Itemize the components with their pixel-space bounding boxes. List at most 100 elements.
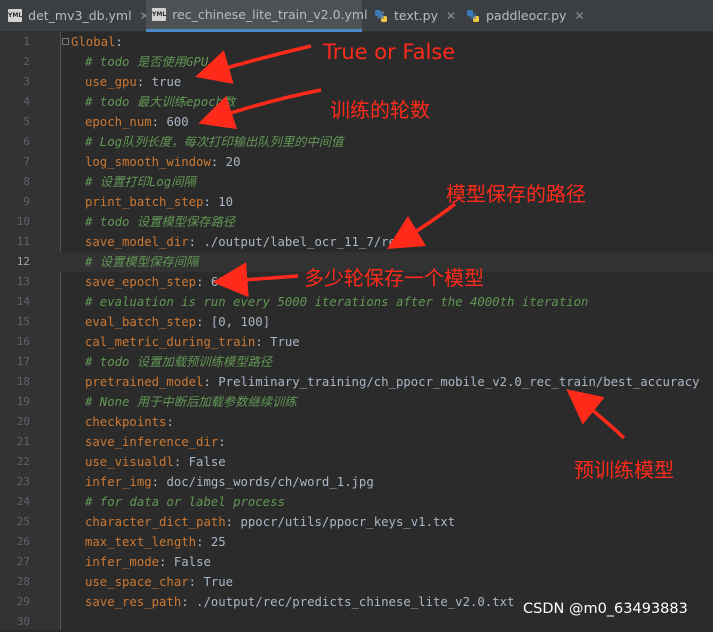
yaml-key: save_res_path: [85, 595, 182, 609]
yaml-value: False: [166, 555, 211, 569]
line-number: 5: [23, 115, 30, 128]
yaml-key: infer_img: [85, 475, 152, 489]
code-text: use_gpu: true: [71, 72, 181, 92]
code-text: # todo 设置加载预训练模型路径: [71, 352, 272, 372]
yml-file-icon: YML: [152, 8, 167, 21]
annotation-true-or-false: True or False: [323, 40, 456, 64]
code-text: save_res_path: ./output/rec/predicts_chi…: [71, 592, 514, 612]
yaml-value: true: [144, 75, 182, 89]
code-line[interactable]: 17 # todo 设置加载预训练模型路径: [0, 352, 713, 372]
code-text: log_smooth_window: 20: [71, 152, 240, 172]
yaml-value: ./output/label_ocr_11_7/rec/: [196, 235, 411, 249]
code-line[interactable]: 16 cal_metric_during_train: True: [0, 332, 713, 352]
yaml-key: checkpoints: [85, 415, 167, 429]
line-number: 8: [23, 175, 30, 188]
code-line[interactable]: 18 pretrained_model: Preliminary_training…: [0, 372, 713, 392]
yml-file-icon: YML: [8, 9, 23, 22]
code-line[interactable]: 26 max_text_length: 25: [0, 532, 713, 552]
code-text: max_text_length: 25: [71, 532, 226, 552]
code-text: use_visualdl: False: [71, 452, 226, 472]
yaml-colon: :: [188, 235, 197, 249]
code-text: # 设置模型保存间隔: [71, 252, 198, 272]
line-number: 16: [16, 335, 30, 348]
yaml-value: 25: [203, 535, 226, 549]
code-line[interactable]: 8 # 设置打印Log间隔: [0, 172, 713, 192]
tab-text-py[interactable]: text.py ✕: [374, 0, 456, 31]
line-number: 15: [16, 315, 30, 328]
code-line[interactable]: 27 infer_mode: False: [0, 552, 713, 572]
code-text: Global:: [71, 32, 123, 52]
line-number: 22: [16, 455, 30, 468]
code-text: # for data or label process: [71, 492, 285, 512]
yaml-value: True: [262, 335, 300, 349]
yaml-key: print_batch_step: [85, 195, 204, 209]
yaml-comment: # todo 设置加载预训练模型路径: [85, 355, 273, 369]
yaml-value: 10: [210, 195, 234, 209]
yaml-comment: # 设置模型保存间隔: [85, 255, 199, 269]
tab-label: paddleocr.py: [486, 8, 567, 23]
code-line[interactable]: 21 save_inference_dir:: [0, 432, 713, 452]
line-number: 9: [23, 195, 30, 208]
yaml-colon: :: [115, 35, 123, 49]
line-number: 3: [23, 75, 30, 88]
code-text: save_model_dir: ./output/label_ocr_11_7/…: [71, 232, 411, 252]
yaml-key: use_space_char: [85, 575, 189, 589]
line-number: 30: [16, 615, 30, 628]
tab-label: det_mv3_db.yml: [28, 8, 132, 23]
tab-paddleocr-py[interactable]: paddleocr.py ✕: [466, 0, 586, 31]
yaml-value: [0, 100]: [203, 315, 271, 329]
code-text: use_space_char: True: [71, 572, 233, 592]
line-number: 10: [16, 215, 30, 228]
code-text: cal_metric_during_train: True: [71, 332, 300, 352]
yaml-value: ./output/rec/predicts_chinese_lite_v2.0.…: [188, 595, 515, 609]
line-number: 12: [16, 255, 30, 268]
yaml-value: 20: [218, 155, 241, 169]
yaml-comment: # Log队列长度，每次打印输出队列里的中间值: [85, 135, 344, 149]
yaml-key: eval_batch_step: [85, 315, 197, 329]
yaml-value: doc/imgs_words/ch/word_1.jpg: [159, 475, 374, 489]
code-line[interactable]: 28 use_space_char: True: [0, 572, 713, 592]
line-number: 7: [23, 155, 30, 168]
code-text: eval_batch_step: [0, 100]: [71, 312, 270, 332]
code-line[interactable]: 10 # todo 设置模型保存路径: [0, 212, 713, 232]
code-line[interactable]: 11 save_model_dir: ./output/label_ocr_11_…: [0, 232, 713, 252]
tab-rec-chinese-lite-train-yml[interactable]: YML rec_chinese_lite_train_v2.0.yml ✕: [146, 0, 386, 32]
yaml-value: Preliminary_training/ch_ppocr_mobile_v2.…: [210, 375, 700, 389]
yaml-comment: # todo 最大训练epoch数: [85, 95, 236, 109]
yaml-value: 60: [203, 275, 226, 289]
yaml-key: cal_metric_during_train: [85, 335, 256, 349]
yaml-key: character_dict_path: [85, 515, 226, 529]
tab-label: text.py: [394, 8, 438, 23]
fold-toggle-icon[interactable]: [62, 38, 69, 45]
yaml-colon: :: [181, 595, 189, 609]
close-icon[interactable]: ✕: [574, 9, 584, 23]
code-line[interactable]: 7 log_smooth_window: 20: [0, 152, 713, 172]
code-line[interactable]: 14 # evaluation is run every 5000 iterati…: [0, 292, 713, 312]
code-line[interactable]: 3 use_gpu: true: [0, 72, 713, 92]
line-number: 26: [16, 535, 30, 548]
yaml-value: ppocr/utils/ppocr_keys_v1.txt: [233, 515, 456, 529]
code-text: # Log队列长度，每次打印输出队列里的中间值: [71, 132, 343, 152]
code-text: infer_mode: False: [71, 552, 211, 572]
line-number: 2: [23, 55, 30, 68]
annotation-save-interval: 多少轮保存一个模型: [304, 266, 484, 290]
code-line[interactable]: 24 # for data or label process: [0, 492, 713, 512]
line-number: 20: [16, 415, 30, 428]
line-number: 14: [16, 295, 30, 308]
code-text: epoch_num: 600: [71, 112, 189, 132]
tab-det-mv3-db-yml[interactable]: YML det_mv3_db.yml ✕: [8, 0, 150, 31]
tab-label: rec_chinese_lite_train_v2.0.yml: [172, 7, 368, 22]
code-line[interactable]: 15 eval_batch_step: [0, 100]: [0, 312, 713, 332]
code-line[interactable]: 19 # None 用于中断后加载参数继续训练: [0, 392, 713, 412]
code-line[interactable]: 6 # Log队列长度，每次打印输出队列里的中间值: [0, 132, 713, 152]
yaml-key: infer_mode: [85, 555, 160, 569]
code-line[interactable]: 9 print_batch_step: 10: [0, 192, 713, 212]
line-number: 24: [16, 495, 30, 508]
code-text: # todo 是否使用GPU: [71, 52, 208, 72]
close-icon[interactable]: ✕: [446, 9, 456, 23]
code-text: # todo 最大训练epoch数: [71, 92, 235, 112]
code-line[interactable]: 20 checkpoints:: [0, 412, 713, 432]
code-text: # evaluation is run every 5000 iteration…: [71, 292, 588, 312]
code-line[interactable]: 25 character_dict_path: ppocr/utils/ppocr…: [0, 512, 713, 532]
code-text: # todo 设置模型保存路径: [71, 212, 235, 232]
